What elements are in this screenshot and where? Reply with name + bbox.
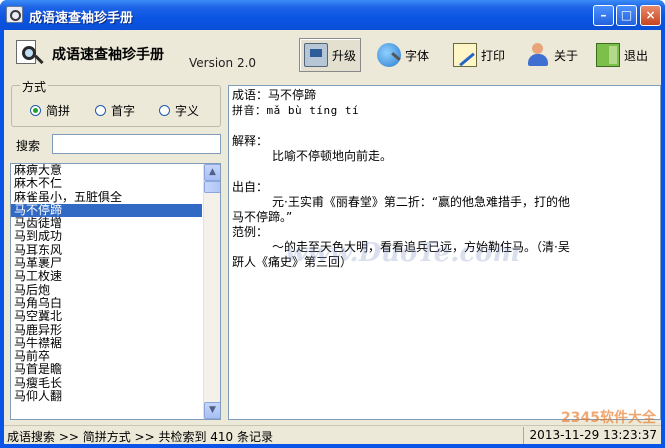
radio-indicator (159, 105, 170, 116)
radio-label: 简拼 (46, 104, 71, 118)
idiom-detail-pane[interactable]: 成语：马不停蹄 拼音：mǎ bù tíng tí 解释： 比喻不停顿地向前走。 … (228, 85, 661, 420)
window-title: 成语速查袖珍手册 (29, 11, 134, 26)
example-label: 范例： (232, 225, 269, 239)
example-text-2: 趼人《痛史》第三回） (232, 255, 353, 269)
magnifier-book-icon (14, 38, 44, 66)
radio-indicator (30, 105, 41, 116)
list-scrollbar[interactable]: ▲ ▼ (203, 164, 220, 419)
idiom-list[interactable]: 麻痹大意 麻木不仁 麻雀虽小，五脏俱全 马不停蹄 马齿徒增 马到成功 马耳东风 马革裹尸 马工枚… (10, 163, 221, 420)
list-item[interactable]: 马革裹尸 (11, 257, 202, 270)
status-bar: 成语搜索 >> 简拼方式 >> 共检索到 410 条记录 2013-11-29 … (4, 425, 661, 444)
mode-legend: 方式 (20, 78, 49, 95)
upgrade-button[interactable]: 升级 (299, 38, 362, 72)
meaning-text: 比喻不停顿地向前走。 (272, 149, 393, 163)
list-item-selected[interactable]: 马不停蹄 (11, 203, 202, 218)
status-time: 2013-11-29 13:23:37 (522, 427, 657, 444)
client-area: 成语速查袖珍手册 Version 2.0 升级 字体 打印 关于 退出 方式 简… (4, 30, 661, 444)
font-label: 字体 (405, 48, 430, 63)
radio-ziyi[interactable]: 字义 (159, 102, 199, 119)
scroll-up-button[interactable]: ▲ (204, 164, 220, 181)
status-text: 成语搜索 >> 简拼方式 >> 共检索到 410 条记录 (7, 430, 274, 444)
search-label: 搜索 (16, 139, 41, 153)
print-pencil-icon (453, 43, 477, 67)
title-bar[interactable]: 成语速查袖珍手册 – □ × (0, 0, 665, 30)
meaning-label: 解释： (232, 134, 269, 148)
radio-shouzi[interactable]: 首字 (95, 102, 135, 119)
minimize-button[interactable]: – (593, 5, 614, 26)
list-item[interactable]: 麻痹大意 (11, 164, 202, 177)
close-button[interactable]: × (640, 5, 661, 26)
list-item[interactable]: 马前卒 (11, 350, 202, 363)
source-label: 出自： (232, 180, 269, 194)
list-item[interactable]: 马后炮 (11, 284, 202, 297)
app-name: 成语速查袖珍手册 (52, 47, 164, 63)
source-text-2: 马不停蹄。” (232, 210, 293, 224)
upgrade-icon (304, 43, 328, 67)
list-item[interactable]: 麻木不仁 (11, 177, 202, 190)
font-button[interactable]: 字体 (373, 38, 433, 72)
upgrade-label: 升级 (332, 48, 357, 63)
exit-door-icon (596, 43, 620, 67)
list-item[interactable]: 马到成功 (11, 230, 202, 243)
radio-label: 首字 (111, 104, 136, 118)
maximize-button[interactable]: □ (616, 5, 637, 26)
exit-label: 退出 (624, 48, 649, 63)
app-window: 成语速查袖珍手册 – □ × 成语速查袖珍手册 Version 2.0 升级 字… (0, 0, 665, 448)
scroll-thumb[interactable] (204, 181, 220, 193)
list-item[interactable]: 马瘦毛长 (11, 377, 202, 390)
pinyin-line: 拼音：mǎ bù tíng tí (232, 104, 360, 117)
list-item[interactable]: 马空冀北 (11, 310, 202, 323)
idiom-line: 成语：马不停蹄 (232, 88, 317, 102)
print-label: 打印 (481, 48, 506, 63)
list-item[interactable]: 马角乌白 (11, 297, 202, 310)
user-icon (526, 43, 550, 67)
list-item[interactable]: 麻雀虽小，五脏俱全 (11, 191, 202, 204)
print-button[interactable]: 打印 (449, 38, 509, 72)
list-item[interactable]: 马牛襟裾 (11, 337, 202, 350)
about-button[interactable]: 关于 (522, 38, 582, 72)
list-item[interactable]: 马耳东风 (11, 244, 202, 257)
list-item[interactable]: 马工枚速 (11, 270, 202, 283)
radio-jianpin[interactable]: 简拼 (30, 102, 70, 119)
source-text-1: 元·王实甫《丽春堂》第二折：“赢的他急难措手，打的他 (272, 195, 571, 209)
app-icon[interactable] (6, 6, 23, 23)
search-input[interactable] (52, 134, 221, 154)
example-text-1: ～的走至天色大明，看看追兵已远，方始勒住马。（清·吴 (272, 240, 570, 254)
version-label: Version 2.0 (189, 56, 257, 70)
exit-button[interactable]: 退出 (592, 38, 652, 72)
font-magnifier-icon (377, 43, 401, 67)
list-item[interactable]: 马齿徒增 (11, 217, 202, 230)
radio-indicator (95, 105, 106, 116)
radio-label: 字义 (175, 104, 200, 118)
list-item[interactable]: 马首是瞻 (11, 363, 202, 376)
list-item[interactable]: 马仰人翻 (11, 390, 202, 403)
scroll-down-button[interactable]: ▼ (204, 402, 220, 419)
list-item[interactable]: 马鹿异形 (11, 324, 202, 337)
about-label: 关于 (554, 48, 579, 63)
